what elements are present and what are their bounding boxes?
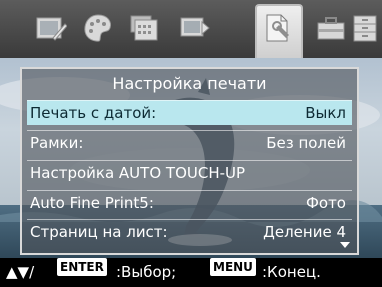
print-settings-menu: Настройка печати Печать с датой: Выкл Ра… [20, 67, 359, 255]
storage-icon[interactable] [352, 12, 382, 44]
menu-key-label: MENU [210, 258, 256, 276]
settings-sheet-icon[interactable] [262, 12, 294, 44]
menu-row-value: Фото [305, 194, 346, 212]
arrow-keys-hint: ▲▼/ [6, 263, 35, 281]
menu-row-frames[interactable]: Рамки: Без полей [27, 130, 352, 155]
enter-key-label: ENTER [57, 258, 107, 276]
enter-action-text: :Выбор; [116, 263, 177, 281]
print-settings-screen: Настройка печати Печать с датой: Выкл Ра… [0, 0, 382, 287]
menu-title: Настройка печати [112, 74, 267, 93]
menu-row-auto-touch-up[interactable]: Настройка AUTO TOUCH-UP [27, 160, 352, 185]
menu-action-text: :Конец. [262, 263, 321, 281]
menu-row-date-print[interactable]: Печать с датой: Выкл [27, 100, 352, 125]
hint-bar: ▲▼/ ENTER :Выбор; MENU :Конец. [0, 258, 382, 287]
calendar-icon[interactable] [128, 12, 160, 44]
toolbox-icon[interactable] [315, 12, 347, 44]
menu-row-label: Страниц на лист: [30, 223, 168, 241]
menu-row-value: Выкл [305, 104, 346, 122]
toolbar [0, 0, 382, 58]
palette-icon[interactable] [82, 12, 114, 44]
menu-row-label: Рамки: [30, 134, 84, 152]
slideshow-icon[interactable] [178, 12, 210, 44]
scroll-down-icon[interactable] [340, 242, 350, 248]
image-edit-icon[interactable] [35, 12, 67, 44]
menu-row-label: Настройка AUTO TOUCH-UP [30, 164, 246, 182]
menu-row-auto-fine-print[interactable]: Auto Fine Print5: Фото [27, 190, 352, 215]
menu-row-value: Деление 4 [263, 223, 346, 241]
menu-row-label: Печать с датой: [30, 104, 157, 122]
menu-row-label: Auto Fine Print5: [30, 194, 154, 212]
menu-row-value: Без полей [266, 134, 346, 152]
menu-row-pages-per-sheet[interactable]: Страниц на лист: Деление 4 [27, 219, 352, 244]
